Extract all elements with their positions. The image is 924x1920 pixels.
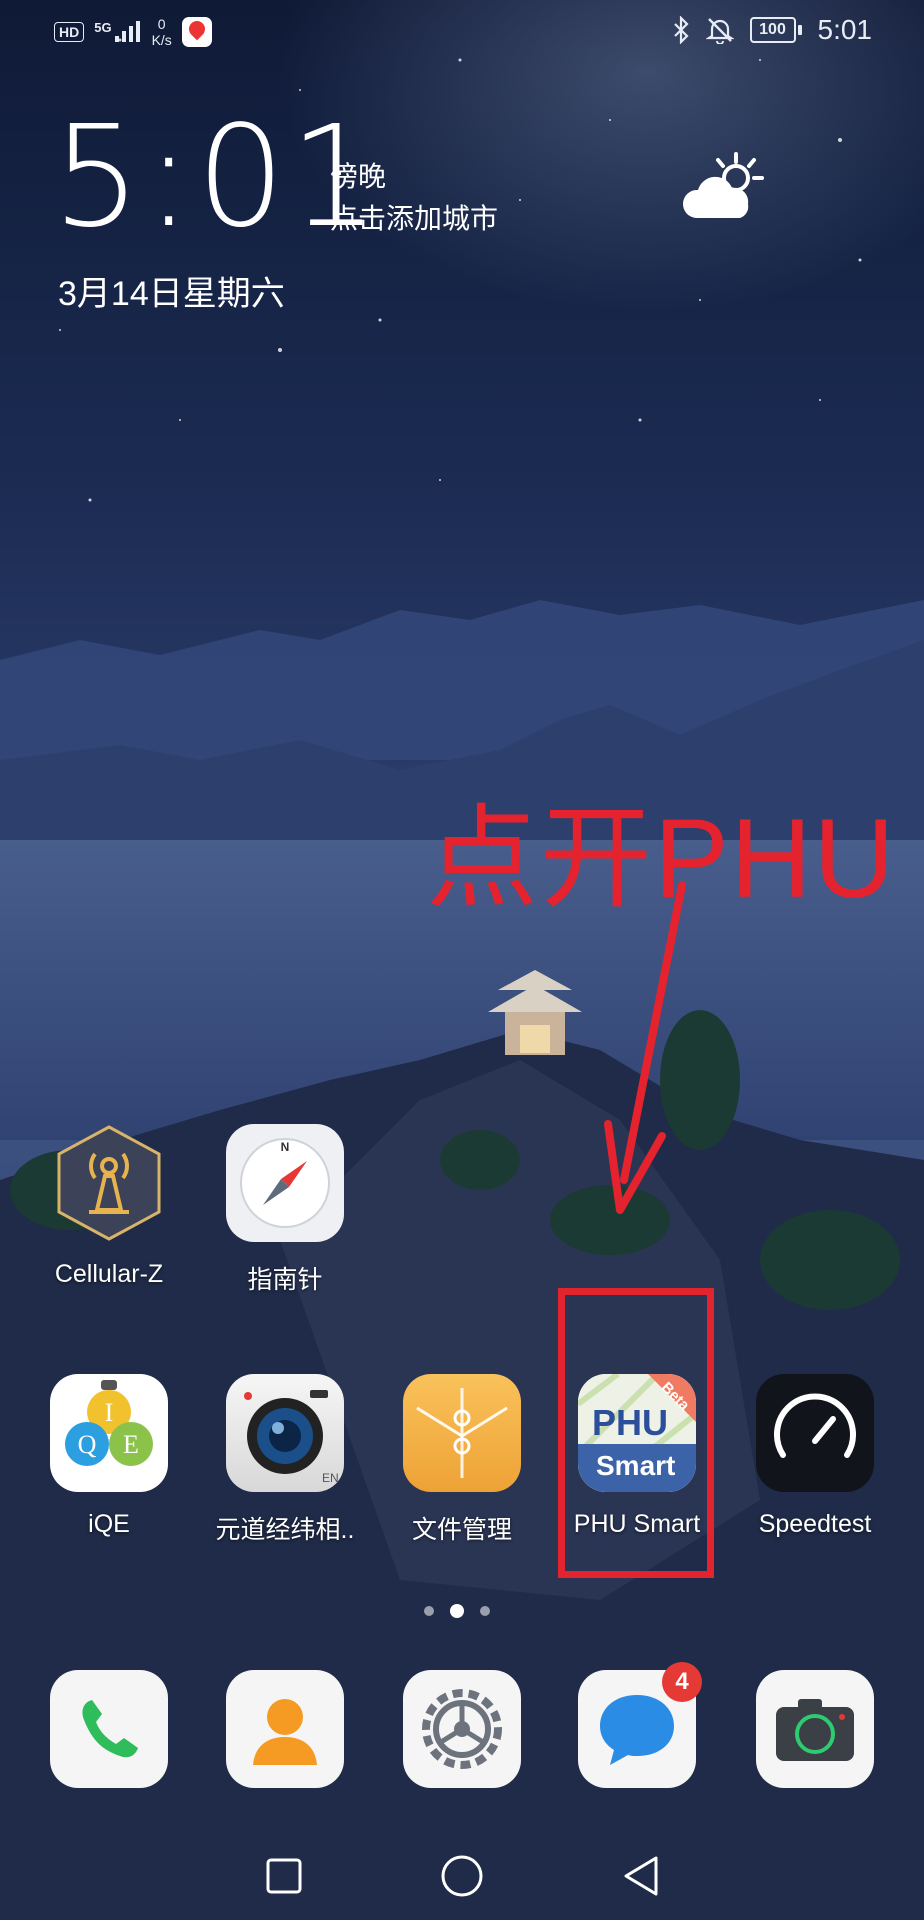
dock-contacts[interactable] [210, 1670, 360, 1788]
speedtest-icon [756, 1374, 874, 1492]
status-left: HD 5G 0 K/s [54, 16, 212, 48]
unread-badge: 4 [662, 1662, 702, 1702]
status-time: 5:01 [817, 14, 873, 45]
app-label: Speedtest [758, 1510, 872, 1538]
svg-text:EN: EN [322, 1471, 339, 1485]
navigation-bar [0, 1832, 924, 1920]
svg-text:I: I [105, 1398, 114, 1427]
folder-icon [403, 1374, 521, 1492]
app-yuandao-camera[interactable]: EN 元道经纬相.. [210, 1374, 360, 1546]
clock-info[interactable]: 傍晚 点击添加城市 [330, 156, 498, 240]
cellular-z-icon [50, 1124, 168, 1242]
app-label: 文件管理 [411, 1516, 512, 1544]
app-compass[interactable]: N 指南针 [210, 1124, 360, 1296]
app-speedtest[interactable]: Speedtest [740, 1374, 890, 1539]
signal-icon: 5G [94, 20, 141, 44]
partly-cloudy-icon[interactable] [678, 148, 768, 228]
page-dot[interactable] [480, 1606, 490, 1616]
svg-text:Q: Q [78, 1430, 97, 1459]
status-right: 100 5:01 [672, 14, 873, 46]
recents-button[interactable] [260, 1852, 308, 1900]
status-bar: HD 5G 0 K/s 100 5:01 [0, 0, 924, 64]
home-button[interactable] [438, 1852, 486, 1900]
battery-level: 100 [749, 17, 796, 43]
annotation-highlight-box [558, 1288, 714, 1578]
square-icon [266, 1858, 302, 1894]
page-dot-active[interactable] [450, 1604, 464, 1618]
app-file-manager[interactable]: 文件管理 [387, 1374, 537, 1546]
network-speed: 0 K/s [152, 16, 172, 48]
svg-text:N: N [281, 1140, 290, 1154]
battery-icon: 100 [749, 17, 802, 43]
dock-phone[interactable] [34, 1670, 184, 1788]
settings-icon [403, 1670, 521, 1788]
svg-text:E: E [123, 1430, 139, 1459]
hd-indicator: HD [54, 22, 85, 42]
camera-icon [756, 1670, 874, 1788]
circle-icon [441, 1855, 483, 1897]
speed-value: 0 [157, 16, 166, 32]
app-notification-icon [181, 17, 212, 47]
iqe-icon: I Q E [50, 1374, 168, 1492]
page-dot[interactable] [424, 1606, 434, 1616]
app-iqe[interactable]: I Q E iQE [34, 1374, 184, 1539]
camera-lens-icon: EN [226, 1374, 344, 1492]
speed-unit: K/s [151, 32, 172, 48]
page-indicator[interactable] [424, 1604, 490, 1618]
bluetooth-icon [673, 16, 689, 44]
mute-icon [705, 18, 734, 44]
network-type: 5G [94, 20, 112, 35]
contacts-icon [226, 1670, 344, 1788]
time-period: 傍晚 [330, 161, 387, 192]
messages-icon: 4 [578, 1662, 702, 1788]
compass-icon: N [226, 1124, 344, 1242]
dock-messages[interactable]: 4 [562, 1662, 712, 1788]
annotation-arrow [604, 881, 686, 1214]
clock-date: 3月14日星期六 [58, 275, 285, 313]
add-city-link[interactable]: 点击添加城市 [330, 198, 498, 240]
app-cellular-z[interactable]: Cellular-Z [34, 1124, 184, 1289]
app-label: Cellular-Z [54, 1260, 164, 1288]
phone-icon [50, 1670, 168, 1788]
app-label: 指南针 [247, 1266, 323, 1294]
dock-settings[interactable] [387, 1670, 537, 1788]
app-label: 元道经纬相.. [215, 1516, 355, 1544]
app-label: iQE [88, 1510, 130, 1538]
dock-camera[interactable] [740, 1670, 890, 1788]
back-button[interactable] [616, 1852, 664, 1900]
triangle-back-icon [624, 1856, 658, 1896]
